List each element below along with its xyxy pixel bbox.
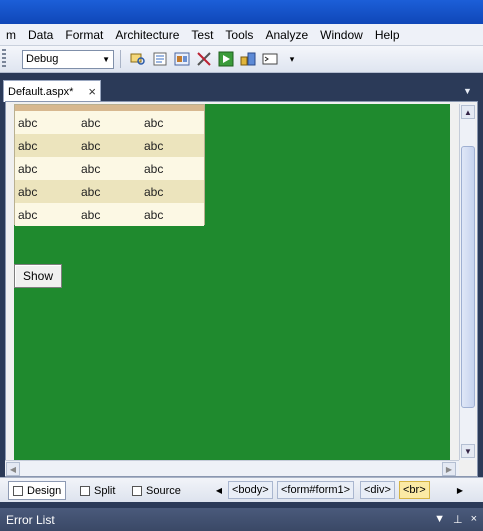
class-view-icon[interactable] <box>239 50 257 68</box>
split-view-icon <box>80 485 90 496</box>
scroll-right-icon[interactable]: ▶ <box>442 462 456 476</box>
standard-toolbar: Debug ▼ ▾ <box>0 46 483 73</box>
table-cell: abc <box>18 184 38 199</box>
table-cell: abc <box>81 115 101 130</box>
gridview-control[interactable]: abc abc abc abc abc abc abc abc abc abc … <box>14 104 205 226</box>
tab-label: Default.aspx* <box>8 85 74 98</box>
split-view-button[interactable]: Split <box>76 481 119 500</box>
menu-item-analyze[interactable]: Analyze <box>259 25 314 45</box>
designer-status-bar: Design Split Source ◀ <body> <form#form1… <box>0 477 483 502</box>
table-cell: abc <box>144 115 164 130</box>
table-cell: abc <box>18 115 38 130</box>
table-cell: abc <box>18 161 38 176</box>
vertical-scrollbar[interactable]: ▲ ▼ <box>459 104 475 460</box>
table-cell: abc <box>144 207 164 222</box>
split-view-label: Split <box>94 484 116 497</box>
menu-item-data[interactable]: Data <box>22 25 59 45</box>
table-cell: abc <box>18 207 38 222</box>
menu-item-file-partial[interactable]: m <box>0 25 22 45</box>
table-cell: abc <box>81 161 101 176</box>
source-view-icon <box>132 485 142 496</box>
menu-item-window[interactable]: Window <box>314 25 369 45</box>
toolbar-options-chevron-icon[interactable]: ▾ <box>283 50 301 68</box>
breadcrumb-scroll-right-icon[interactable]: ▶ <box>455 483 465 497</box>
object-browser-icon[interactable] <box>173 50 191 68</box>
table-cell: abc <box>144 138 164 153</box>
error-list-title[interactable]: Error List <box>6 513 55 527</box>
menu-item-test[interactable]: Test <box>185 25 219 45</box>
table-cell: abc <box>81 207 101 222</box>
table-row: abc abc abc <box>15 180 204 203</box>
menu-item-format[interactable]: Format <box>59 25 109 45</box>
menu-item-tools[interactable]: Tools <box>219 25 259 45</box>
solution-configuration-dropdown[interactable]: Debug ▼ <box>22 49 114 69</box>
table-cell: abc <box>18 138 38 153</box>
breadcrumb-br[interactable]: <br> <box>399 481 430 499</box>
vertical-scroll-thumb[interactable] <box>461 146 475 408</box>
start-page-icon[interactable] <box>217 50 235 68</box>
immediate-window-icon[interactable] <box>261 50 279 68</box>
table-row: abc abc abc <box>15 134 204 157</box>
table-cell: abc <box>81 184 101 199</box>
show-button[interactable]: Show <box>14 264 62 288</box>
properties-icon[interactable] <box>151 50 169 68</box>
source-view-button[interactable]: Source <box>128 481 185 500</box>
pin-icon[interactable]: ⊥ <box>453 513 463 526</box>
design-view-label: Design <box>27 484 62 497</box>
breadcrumb-form[interactable]: <form#form1> <box>277 481 355 499</box>
table-cell: abc <box>81 138 101 153</box>
close-icon[interactable]: × <box>88 84 96 99</box>
breadcrumb-scroll-left-icon[interactable]: ◀ <box>214 483 224 497</box>
error-list-panel-header: Error List ▼ ⊥ × <box>0 508 483 531</box>
table-row: abc abc abc <box>15 111 204 134</box>
table-row: abc abc abc <box>15 157 204 180</box>
menu-item-help[interactable]: Help <box>369 25 406 45</box>
menu-item-architecture[interactable]: Architecture <box>109 25 185 45</box>
tab-default-aspx[interactable]: Default.aspx* × <box>3 80 101 102</box>
horizontal-scrollbar[interactable]: ◀ ▶ <box>5 460 459 476</box>
menu-bar: m Data Format Architecture Test Tools An… <box>0 24 483 46</box>
breadcrumb-div[interactable]: <div> <box>360 481 395 499</box>
design-view-button[interactable]: Design <box>8 481 67 500</box>
tab-list-dropdown-icon[interactable]: ▼ <box>463 86 473 96</box>
toolbar-separator <box>120 50 121 68</box>
solution-configuration-value: Debug <box>26 53 59 65</box>
table-cell: abc <box>144 161 164 176</box>
source-view-label: Source <box>146 484 181 497</box>
window-title-bar <box>0 0 483 24</box>
design-view-icon <box>13 485 23 496</box>
table-cell: abc <box>144 184 164 199</box>
scroll-up-icon[interactable]: ▲ <box>461 105 475 119</box>
panel-dropdown-icon[interactable]: ▼ <box>434 513 445 526</box>
breadcrumb-body[interactable]: <body> <box>228 481 273 499</box>
close-icon[interactable]: × <box>471 513 477 526</box>
scroll-left-icon[interactable]: ◀ <box>6 462 20 476</box>
toolbar-grip[interactable] <box>2 49 6 69</box>
scroll-down-icon[interactable]: ▼ <box>461 444 475 458</box>
toolbox-icon[interactable] <box>195 50 213 68</box>
find-in-files-icon[interactable] <box>129 50 147 68</box>
document-tab-strip: Default.aspx* × <box>0 80 483 102</box>
table-row: abc abc abc <box>15 203 204 226</box>
chevron-down-icon: ▼ <box>102 54 110 64</box>
